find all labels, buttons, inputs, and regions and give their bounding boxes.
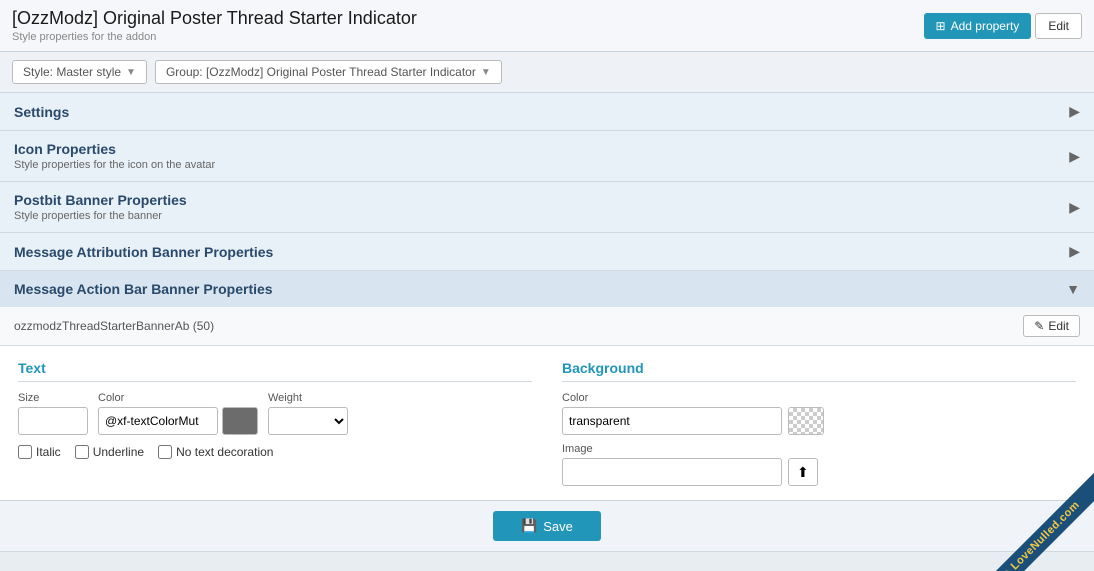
underline-checkbox-item[interactable]: Underline [75,445,144,459]
toolbar: Style: Master style ▼ Group: [OzzModz] O… [0,52,1094,93]
chevron-right-icon: ▶ [1069,148,1080,165]
chevron-down-icon: ▼ [1066,281,1080,297]
underline-label: Underline [93,445,144,459]
postbit-banner-label: Postbit Banner Properties [14,192,187,208]
color-label: Color [98,392,258,404]
message-attribution-section[interactable]: Message Attribution Banner Properties ▶ [0,233,1094,271]
chevron-right-icon: ▶ [1069,199,1080,216]
color-input[interactable] [98,407,218,435]
bg-color-input[interactable] [562,407,782,435]
page-title: [OzzModz] Original Poster Thread Starter… [12,8,417,29]
bg-color-label: Color [562,392,1076,404]
italic-checkbox-item[interactable]: Italic [18,445,61,459]
background-section-title: Background [562,360,1076,382]
color-field-group: Color [98,392,258,435]
text-section-title: Text [18,360,532,382]
page-subtitle: Style properties for the addon [12,31,417,43]
chevron-down-icon: ▼ [126,67,136,78]
no-decoration-checkbox[interactable] [158,445,172,459]
icon-properties-label: Icon Properties [14,141,215,157]
upload-button[interactable]: ⬆ [788,458,818,486]
bg-image-input[interactable] [562,458,782,486]
size-label: Size [18,392,88,404]
upload-icon: ⬆ [797,464,809,481]
chevron-down-icon: ▼ [481,67,491,78]
no-decoration-label: No text decoration [176,445,273,459]
weight-label: Weight [268,392,348,404]
italic-checkbox[interactable] [18,445,32,459]
underline-checkbox[interactable] [75,445,89,459]
icon-properties-subtitle: Style properties for the icon on the ava… [14,159,215,171]
message-attribution-label: Message Attribution Banner Properties [14,244,273,260]
settings-section[interactable]: Settings ▶ [0,93,1094,131]
header-actions: ⊞ Add property Edit [924,13,1082,39]
postbit-banner-subtitle: Style properties for the banner [14,210,187,222]
property-bar: ozzmodzThreadStarterBannerAb (50) ✎ Edit [0,307,1094,346]
text-fields-row: Size Color Weight [18,392,532,435]
text-checkboxes: Italic Underline No text decoration [18,445,532,459]
form-columns: Text Size Color [18,360,1076,486]
property-edit-button[interactable]: ✎ Edit [1023,315,1080,337]
size-input[interactable] [18,407,88,435]
edit-icon: ✎ [1034,319,1044,333]
plus-icon: ⊞ [936,19,946,33]
save-button[interactable]: 💾 Save [493,511,601,541]
save-icon: 💾 [521,518,537,534]
header-left: [OzzModz] Original Poster Thread Starter… [12,8,417,43]
weight-field-group: Weight Normal Bold [268,392,348,435]
group-dropdown[interactable]: Group: [OzzModz] Original Poster Thread … [155,60,502,84]
chevron-right-icon: ▶ [1069,243,1080,260]
postbit-banner-section[interactable]: Postbit Banner Properties Style properti… [0,182,1094,233]
style-dropdown[interactable]: Style: Master style ▼ [12,60,147,84]
transparent-color-preview [788,407,824,435]
background-column: Background Color Image ⬆ [562,360,1076,486]
icon-properties-section[interactable]: Icon Properties Style properties for the… [0,131,1094,182]
settings-label: Settings [14,104,69,120]
form-section: Text Size Color [0,346,1094,500]
bg-image-label: Image [562,443,1076,455]
expanded-section: Message Action Bar Banner Properties ▼ o… [0,271,1094,552]
size-field-group: Size [18,392,88,435]
save-bar: 💾 Save [0,500,1094,551]
expanded-section-label: Message Action Bar Banner Properties [14,281,273,297]
edit-button[interactable]: Edit [1035,13,1082,39]
property-name: ozzmodzThreadStarterBannerAb (50) [14,319,214,333]
color-preview [222,407,258,435]
weight-select[interactable]: Normal Bold [268,407,348,435]
page-header: [OzzModz] Original Poster Thread Starter… [0,0,1094,52]
main-content: Settings ▶ Icon Properties Style propert… [0,93,1094,552]
no-decoration-checkbox-item[interactable]: No text decoration [158,445,273,459]
chevron-right-icon: ▶ [1069,103,1080,120]
expanded-section-header[interactable]: Message Action Bar Banner Properties ▼ [0,271,1094,307]
text-column: Text Size Color [18,360,532,486]
add-property-button[interactable]: ⊞ Add property [924,13,1032,39]
italic-label: Italic [36,445,61,459]
